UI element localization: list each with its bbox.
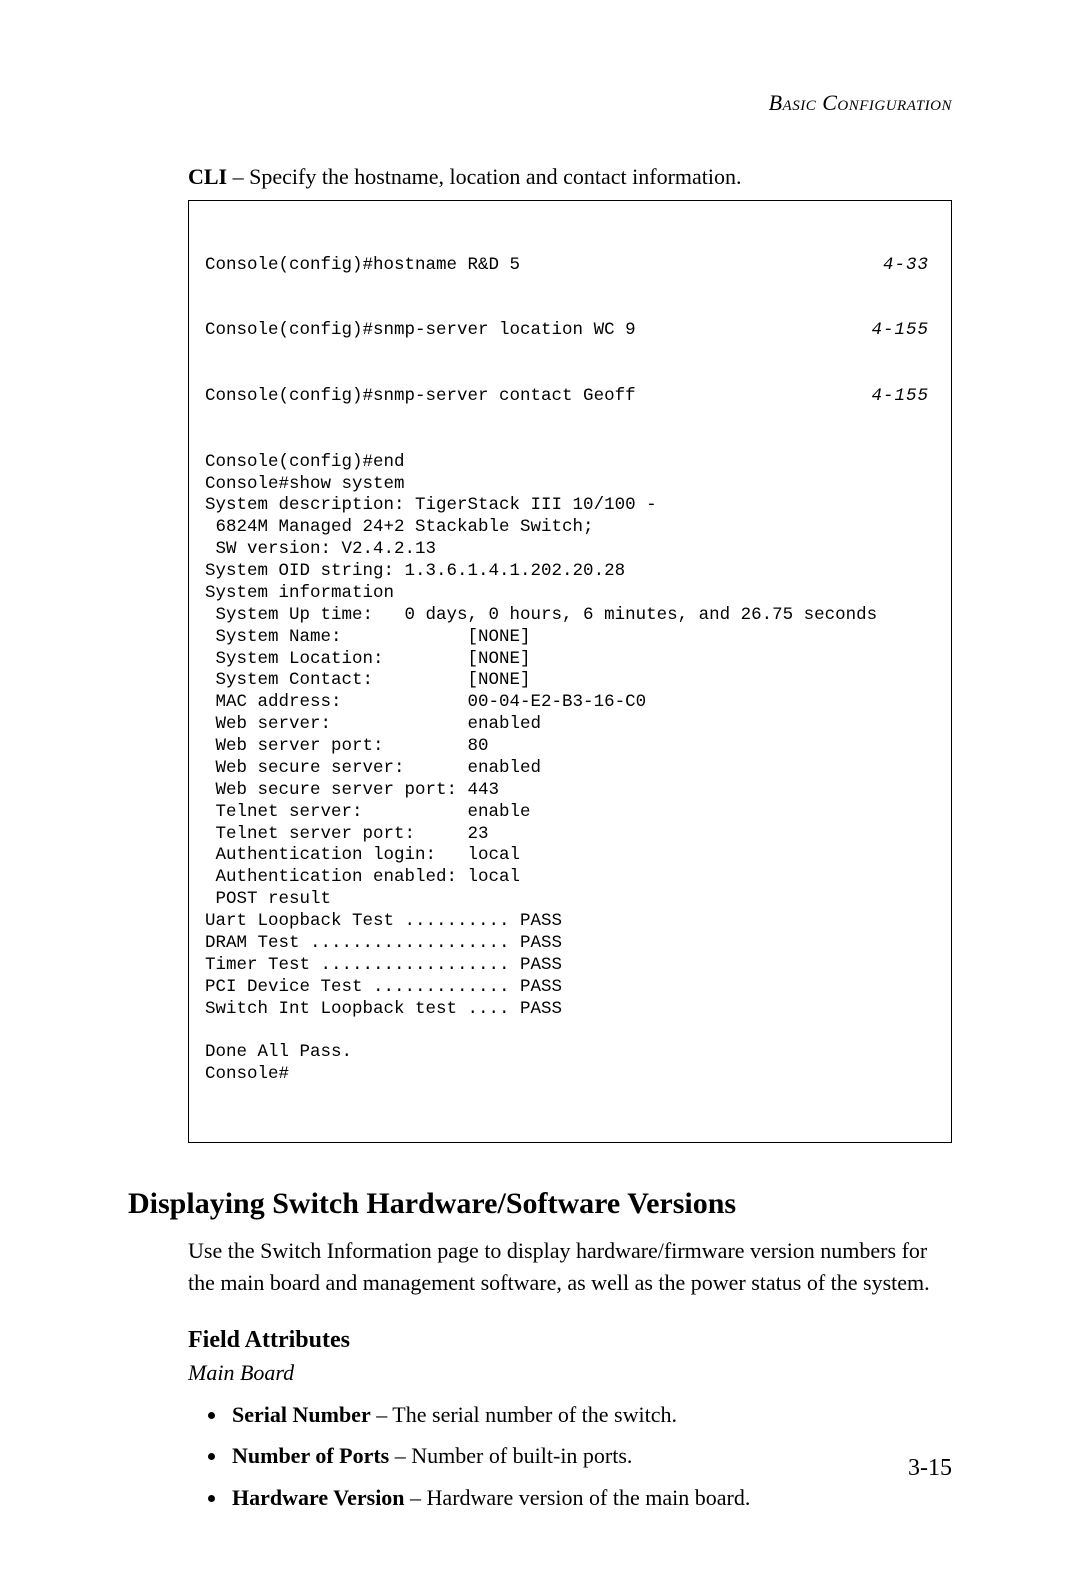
attr-term: Serial Number: [232, 1402, 371, 1427]
cli-intro: CLI – Specify the hostname, location and…: [188, 164, 952, 190]
field-attributes-heading: Field Attributes: [188, 1327, 952, 1354]
cli-line: Console(config)#snmp-server contact Geof…: [205, 386, 935, 408]
cli-output-box: Console(config)#hostname R&D 5 4-33 Cons…: [188, 200, 952, 1143]
cli-line-ref: 4-33: [883, 255, 935, 277]
cli-intro-lead: CLI: [188, 164, 227, 189]
cli-body: Console(config)#end Console#show system …: [205, 452, 935, 1086]
attr-term: Hardware Version: [232, 1485, 405, 1510]
running-head: Basic Configuration: [128, 90, 952, 116]
cli-intro-rest: – Specify the hostname, location and con…: [227, 164, 741, 189]
section-heading: Displaying Switch Hardware/Software Vers…: [128, 1187, 952, 1221]
cli-line-text: Console(config)#snmp-server location WC …: [205, 320, 636, 342]
cli-line: Console(config)#snmp-server location WC …: [205, 320, 935, 342]
attr-desc: – Number of built-in ports.: [389, 1443, 632, 1468]
attr-term: Number of Ports: [232, 1443, 389, 1468]
attr-desc: – The serial number of the switch.: [371, 1402, 677, 1427]
section-body: Use the Switch Information page to displ…: [188, 1235, 952, 1299]
list-item: Number of Ports – Number of built-in por…: [228, 1435, 952, 1477]
list-item: Serial Number – The serial number of the…: [228, 1394, 952, 1436]
cli-line-text: Console(config)#snmp-server contact Geof…: [205, 386, 636, 408]
cli-line: Console(config)#hostname R&D 5 4-33: [205, 255, 935, 277]
page: Basic Configuration CLI – Specify the ho…: [0, 0, 1080, 1570]
attribute-group-label: Main Board: [188, 1360, 952, 1386]
list-item: Hardware Version – Hardware version of t…: [228, 1477, 952, 1519]
cli-line-ref: 4-155: [871, 386, 935, 408]
cli-line-text: Console(config)#hostname R&D 5: [205, 255, 520, 277]
cli-line-ref: 4-155: [871, 320, 935, 342]
attribute-list: Serial Number – The serial number of the…: [204, 1394, 952, 1519]
page-number: 3-15: [908, 1455, 952, 1482]
attr-desc: – Hardware version of the main board.: [405, 1485, 751, 1510]
